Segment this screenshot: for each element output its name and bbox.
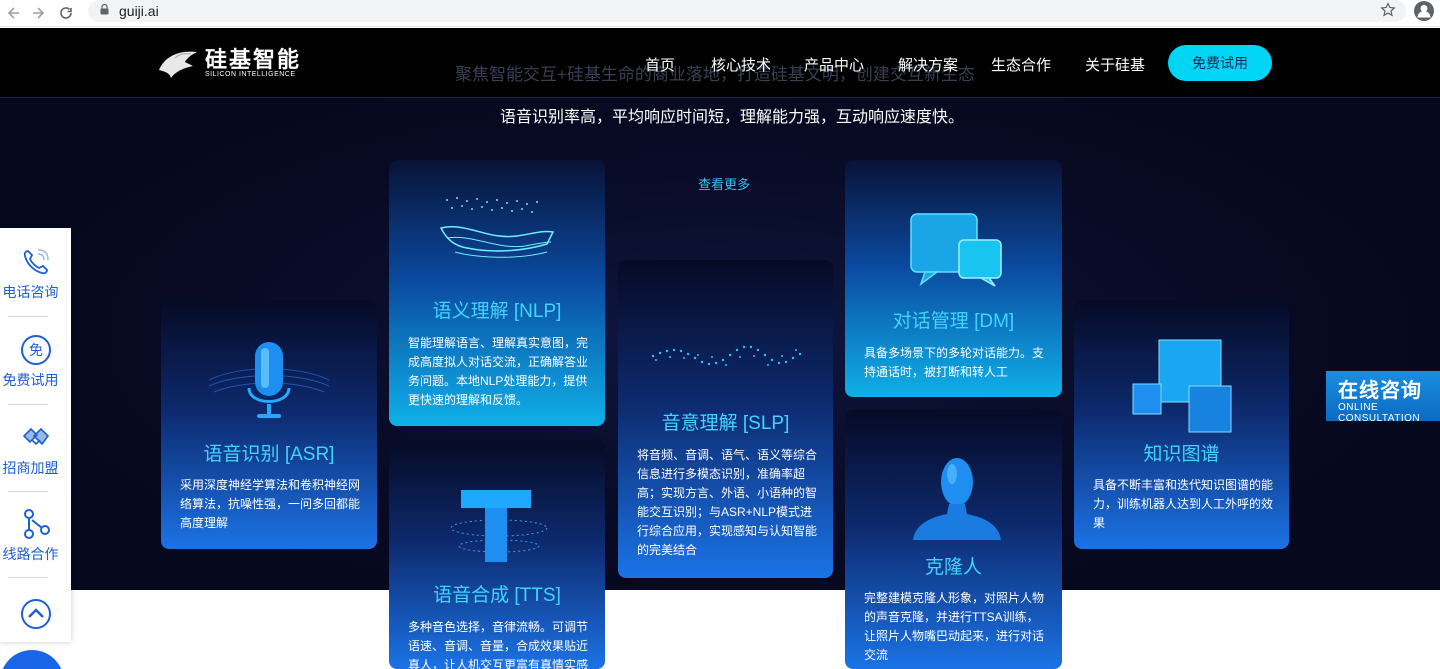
card-nlp-desc: 智能理解语言、理解真实意图，完成高度拟人对话交流，正确解答业务问题。本地NLP处… (408, 336, 589, 407)
online-consultation-en: ONLINE CONSULTATION (1338, 402, 1421, 424)
browser-toolbar: guiji.ai (0, 0, 1440, 27)
letter-t-icon (449, 486, 549, 571)
logo-text-cn: 硅基智能 (205, 46, 302, 72)
card-asr-desc: 采用深度神经学算法和卷积神经网络算法，抗噪性强，一问多回都能高度理解 (180, 478, 361, 530)
arrow-right-icon (33, 7, 45, 19)
wave-layers-icon (437, 192, 557, 267)
online-consultation-cn: 在线咨询 (1338, 380, 1422, 402)
card-tts[interactable]: 语音合成 [TTS] 多种音色选择，音律流畅。可调节语速、音调、音量，合成效果贴… (389, 440, 605, 669)
card-asr-title: 语音识别 [ASR] (203, 444, 335, 465)
hero-subtitle: 语音识别率高，平均响应时间短，理解能力强，互动响应速度快。 (500, 109, 965, 126)
reload-icon (60, 7, 72, 19)
logo-text-en: SILICON INTELLIGENCE (205, 70, 296, 78)
back-to-top-button[interactable] (0, 598, 71, 630)
card-dm-title: 对话管理 [DM] (892, 311, 1015, 332)
sound-wave-icon (648, 336, 808, 381)
free-trial-icon: 免 (20, 334, 52, 366)
card-kg-title: 知识图谱 (1143, 444, 1220, 465)
reload-button[interactable] (52, 0, 80, 27)
nav-item-core-tech[interactable]: 核心技术 (711, 54, 771, 75)
url-text: guiji.ai (119, 3, 159, 19)
card-asr[interactable]: 语音识别 [ASR] 采用深度神经学算法和卷积神经网络算法，抗噪性强，一问多回都… (161, 300, 377, 549)
card-clone[interactable]: 克隆人 完整建模克隆人形象，对照片人物的声音克隆，并进行TTSA训练，让照片人物… (845, 410, 1062, 669)
floating-sidebar: 电话咨询 免 免费试用 招商加盟 线路合作 (0, 228, 71, 642)
nav-item-solutions[interactable]: 解决方案 (898, 54, 958, 75)
sidebar-divider (8, 404, 48, 405)
network-icon (20, 508, 52, 540)
sidebar-item-phone[interactable]: 电话咨询 (0, 246, 71, 302)
card-tts-desc: 多种音色选择，音律流畅。可调节语速、音调、音量，合成效果贴近真人，让人机交互更富… (408, 620, 589, 669)
card-kg[interactable]: 知识图谱 具备不断丰富和迭代知识图谱的能力，训练机器人达到人工外呼的效果 (1074, 300, 1289, 549)
nav-item-home[interactable]: 首页 (645, 54, 675, 75)
address-bar[interactable]: guiji.ai (88, 0, 1406, 22)
card-kg-desc: 具备不断丰富和迭代知识图谱的能力，训练机器人达到人工外呼的效果 (1093, 478, 1274, 530)
card-dm[interactable]: 对话管理 [DM] 具备多场景下的多轮对话能力。支持通话时，被打断和转人工 (845, 160, 1062, 397)
sidebar-divider (8, 491, 48, 492)
sidebar-divider (8, 577, 48, 578)
lock-icon (100, 3, 109, 18)
card-slp-desc: 将音频、音调、语气、语义等综合信息进行多模态识别，准确率超高；实现方言、外语、小… (637, 448, 818, 557)
card-nlp[interactable]: 语义理解 [NLP] 智能理解语言、理解真实意图，完成高度拟人对话交流，正确解答… (389, 160, 605, 426)
nav-item-about[interactable]: 关于硅基 (1085, 54, 1145, 75)
see-more-link[interactable]: 查看更多 (698, 174, 750, 193)
free-trial-button[interactable]: 免费试用 (1168, 45, 1272, 81)
bookmark-star-icon[interactable] (1380, 2, 1396, 23)
card-slp[interactable]: 音意理解 [SLP] 将音频、音调、语气、语义等综合信息进行多模态识别，准确率超… (618, 260, 833, 578)
svg-text:免: 免 (29, 343, 43, 359)
profile-avatar-icon[interactable] (1414, 1, 1434, 21)
card-nlp-title: 语义理解 [NLP] (432, 301, 562, 322)
sidebar-item-franchise[interactable]: 招商加盟 (0, 422, 71, 478)
card-slp-title: 音意理解 [SLP] (661, 413, 790, 434)
sound-wave-dots (651, 345, 802, 366)
sidebar-divider (8, 316, 48, 317)
site-logo[interactable]: 硅基智能 SILICON INTELLIGENCE (157, 46, 301, 80)
microphone-icon (208, 330, 330, 435)
arrow-left-icon (7, 7, 19, 19)
dolphin-logo-icon (157, 46, 201, 80)
handshake-icon (20, 422, 52, 454)
page-white-area (0, 590, 1440, 669)
nav-item-ecosystem[interactable]: 生态合作 (991, 54, 1051, 75)
chevron-up-icon (20, 598, 52, 630)
cubes-icon (1129, 336, 1239, 441)
chat-bubbles-icon (907, 210, 1007, 295)
forward-button[interactable] (24, 0, 52, 27)
person-head-icon (907, 454, 1007, 549)
sidebar-item-line-partnership[interactable]: 线路合作 (0, 508, 71, 564)
online-consultation-button[interactable]: 在线咨询 ONLINE CONSULTATION (1326, 371, 1440, 424)
nav-item-products[interactable]: 产品中心 (804, 54, 864, 75)
card-clone-desc: 完整建模克隆人形象，对照片人物的声音克隆，并进行TTSA训练，让照片人物嘴巴动起… (864, 591, 1045, 662)
sidebar-item-label: 免费试用 (2, 372, 59, 388)
phone-icon (20, 246, 52, 278)
card-clone-title: 克隆人 (924, 557, 982, 578)
sidebar-item-label: 电话咨询 (2, 284, 59, 300)
sidebar-item-label: 线路合作 (2, 546, 59, 562)
sidebar-item-free-trial[interactable]: 免 免费试用 (0, 334, 71, 390)
sidebar-item-label: 招商加盟 (2, 460, 59, 476)
card-tts-title: 语音合成 [TTS] (433, 585, 561, 606)
card-dm-desc: 具备多场景下的多轮对话能力。支持通话时，被打断和转人工 (864, 346, 1045, 379)
